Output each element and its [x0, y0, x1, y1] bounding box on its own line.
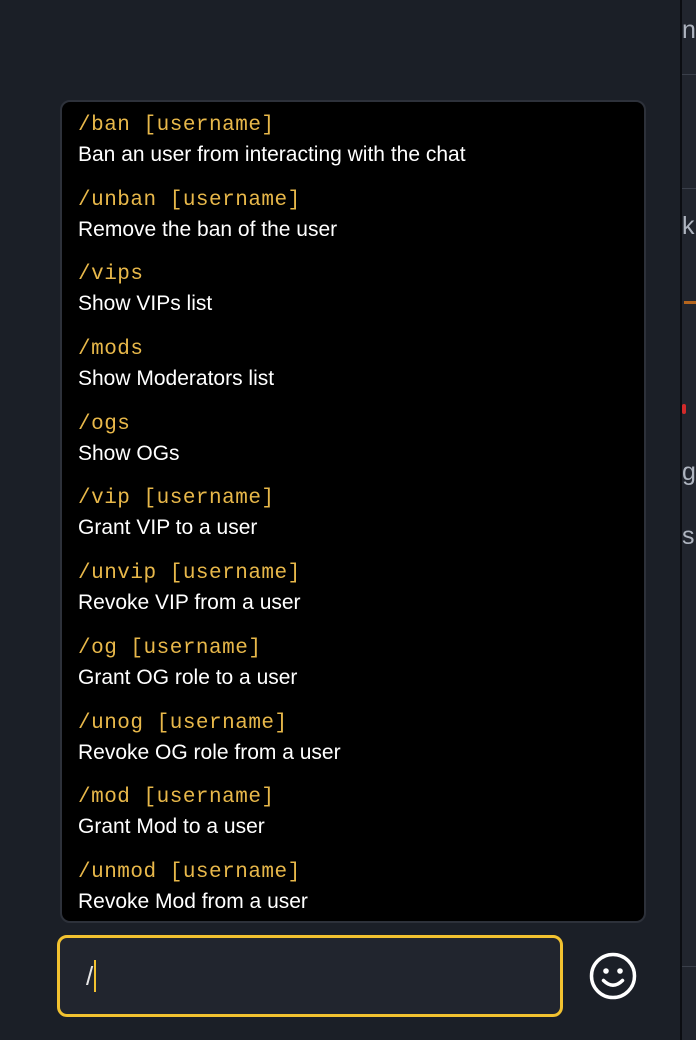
chat-input[interactable]: /: [57, 935, 563, 1017]
command-suggestions-popup: /ban [username] Ban an user from interac…: [60, 100, 646, 923]
command-description: Show Moderators list: [78, 367, 275, 391]
background-panel: n k g s: [680, 0, 696, 1040]
command-description: Grant OG role to a user: [78, 665, 298, 689]
background-text-fragment: g: [682, 458, 696, 486]
command-syntax: /mod [username]: [78, 786, 275, 810]
divider: [682, 188, 696, 189]
command-item-ogs[interactable]: /ogs Show OGs: [78, 411, 644, 486]
command-syntax: /og [username]: [78, 636, 262, 660]
command-syntax: /vip [username]: [78, 487, 275, 511]
command-syntax: /unvip [username]: [78, 562, 301, 586]
status-dot: [682, 404, 686, 414]
command-description: Revoke Mod from a user: [78, 889, 308, 913]
command-item-unog[interactable]: /unog [username] Revoke OG role from a u…: [78, 710, 644, 785]
command-description: Grant VIP to a user: [78, 516, 258, 540]
command-item-ban[interactable]: /ban [username] Ban an user from interac…: [78, 112, 644, 187]
command-syntax: /ban [username]: [78, 114, 275, 137]
command-item-vip[interactable]: /vip [username] Grant VIP to a user: [78, 485, 644, 560]
command-description: Grant Mod to a user: [78, 815, 265, 839]
divider: [682, 966, 696, 967]
command-description: Ban an user from interacting with the ch…: [78, 143, 466, 166]
emoji-button[interactable]: [589, 952, 637, 1000]
command-item-vips[interactable]: /vips Show VIPs list: [78, 261, 644, 336]
background-text-fragment: n: [682, 16, 696, 44]
command-syntax: /unog [username]: [78, 711, 288, 735]
command-description: Remove the ban of the user: [78, 217, 338, 241]
command-item-mods[interactable]: /mods Show Moderators list: [78, 336, 644, 411]
command-item-unban[interactable]: /unban [username] Remove the ban of the …: [78, 187, 644, 262]
command-syntax: /vips: [78, 263, 144, 287]
command-syntax: /unmod [username]: [78, 860, 301, 884]
text-caret: [94, 960, 97, 992]
divider: [682, 74, 696, 75]
background-text-fragment: s: [682, 522, 695, 550]
background-text-fragment: k: [682, 212, 695, 240]
command-description: Show OGs: [78, 441, 180, 465]
chat-input-value: /: [86, 960, 94, 991]
command-syntax: /mods: [78, 338, 144, 362]
command-description: Show VIPs list: [78, 292, 213, 316]
command-item-mod[interactable]: /mod [username] Grant Mod to a user: [78, 784, 644, 859]
command-description: Revoke OG role from a user: [78, 740, 341, 764]
command-item-og[interactable]: /og [username] Grant OG role to a user: [78, 635, 644, 710]
progress-accent: [684, 301, 696, 304]
command-item-unmod[interactable]: /unmod [username] Revoke Mod from a user: [78, 859, 644, 934]
command-syntax: /unban [username]: [78, 188, 301, 212]
command-description: Revoke VIP from a user: [78, 591, 301, 615]
command-syntax: /ogs: [78, 412, 131, 436]
command-item-unvip[interactable]: /unvip [username] Revoke VIP from a user: [78, 560, 644, 635]
smiley-icon: [589, 952, 637, 1000]
